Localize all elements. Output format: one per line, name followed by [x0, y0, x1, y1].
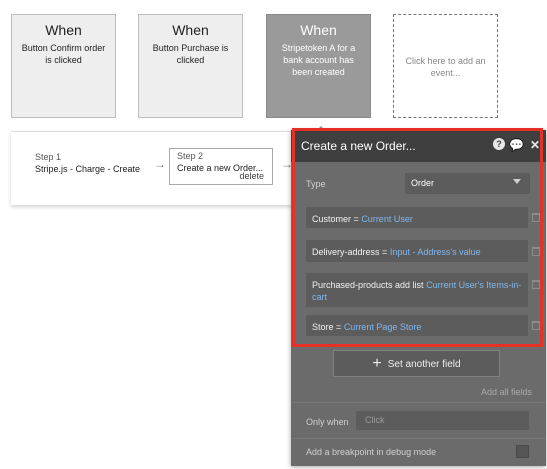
event-card-stripetoken[interactable]: When Stripetoken A for a bank account ha…	[266, 14, 371, 118]
divider	[291, 438, 546, 439]
step-1[interactable]: Step 1 Stripe.js - Charge - Create	[35, 152, 140, 174]
step-label: Step 1	[35, 152, 62, 162]
divider	[291, 402, 546, 403]
event-title: When	[300, 22, 337, 38]
step-delete-link[interactable]: delete	[239, 171, 264, 181]
event-description: Button Purchase is clicked	[152, 43, 229, 65]
breakpoint-label: Add a breakpoint in debug mode	[306, 447, 437, 457]
event-card-purchase[interactable]: When Button Purchase is clicked	[138, 14, 243, 118]
event-title: When	[172, 22, 209, 38]
breakpoint-checkbox[interactable]	[516, 445, 529, 458]
highlight-box	[292, 128, 543, 347]
only-when-input[interactable]: Click	[356, 411, 529, 430]
plus-icon: +	[372, 355, 382, 372]
set-another-field-button[interactable]: + Set another field	[333, 350, 500, 377]
step-2[interactable]: Step 2 Create a new Order... delete	[169, 148, 273, 185]
event-description: Stripetoken A for a bank account has bee…	[281, 43, 356, 77]
workflow-steps-bar: Step 1 Stripe.js - Charge - Create → Ste…	[11, 131, 311, 205]
step-name: Stripe.js - Charge - Create	[35, 164, 141, 174]
event-title: When	[45, 22, 82, 38]
add-event-text: Click here to add an event...	[405, 56, 486, 78]
event-card-confirm-order[interactable]: When Button Confirm order is clicked	[11, 14, 116, 118]
only-when-label: Only when	[306, 417, 349, 427]
step-label: Step 2	[177, 151, 204, 161]
add-all-fields-link[interactable]: Add all fields	[481, 387, 532, 397]
arrow-right-icon: →	[154, 157, 166, 171]
set-another-field-label: Set another field	[387, 359, 461, 370]
add-event-placeholder[interactable]: Click here to add an event...	[393, 14, 498, 118]
event-description: Button Confirm order is clicked	[21, 43, 106, 65]
